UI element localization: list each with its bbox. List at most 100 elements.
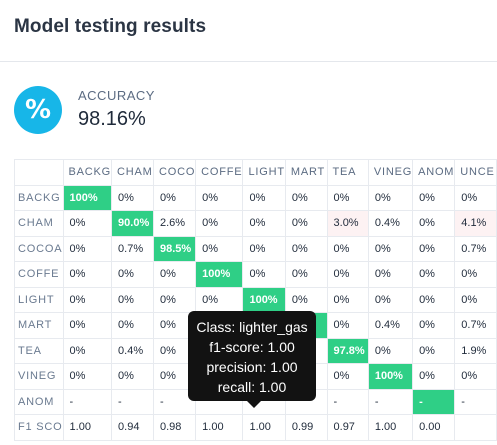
matrix-cell[interactable]: 0.4% [367,312,414,339]
column-header[interactable]: MART [284,159,328,186]
matrix-cell[interactable]: 0% [454,363,497,390]
matrix-cell[interactable]: 0% [412,363,456,390]
matrix-cell[interactable]: 0% [454,261,497,288]
matrix-cell[interactable]: 0.7% [454,235,497,262]
matrix-cell[interactable]: 90.0% [111,210,154,237]
row-header[interactable]: ANOM [14,388,64,415]
matrix-cell[interactable]: 0% [62,337,113,364]
f1-score-cell[interactable]: 1.00 [62,414,113,441]
matrix-cell[interactable]: - [412,388,456,415]
column-header[interactable]: ANOM [412,159,456,186]
matrix-cell[interactable]: - [326,388,369,415]
row-header[interactable]: VINEG [14,363,64,390]
matrix-cell[interactable]: 0% [412,184,456,211]
column-header[interactable]: LIGHT [242,159,286,186]
matrix-cell[interactable]: 97.8% [326,337,369,364]
matrix-cell[interactable]: 0% [152,184,197,211]
f1-score-cell[interactable]: 0.99 [284,414,328,441]
matrix-cell[interactable]: - [111,388,154,415]
row-header[interactable]: COFFE [14,261,64,288]
matrix-cell[interactable]: 0% [62,286,113,313]
f1-score-cell[interactable] [454,414,497,441]
matrix-cell[interactable]: 0% [412,337,456,364]
f1-score-cell[interactable]: 0.97 [326,414,369,441]
matrix-cell[interactable]: 0% [62,210,113,237]
matrix-cell[interactable]: 0% [367,286,414,313]
matrix-cell[interactable]: 0% [367,184,414,211]
matrix-cell[interactable]: 0% [62,363,113,390]
matrix-cell[interactable]: 100% [195,261,244,288]
matrix-cell[interactable]: 0.7% [111,235,154,262]
column-header[interactable]: VINEG [367,159,414,186]
matrix-cell[interactable]: 0.4% [367,210,414,237]
matrix-cell[interactable]: 0% [62,312,113,339]
matrix-cell[interactable]: 0% [111,363,154,390]
matrix-cell[interactable]: 98.5% [152,235,197,262]
matrix-cell[interactable]: 100% [367,363,414,390]
f1-score-cell[interactable]: 0.98 [152,414,197,441]
matrix-cell[interactable]: 0% [412,261,456,288]
matrix-cell[interactable]: 0% [412,312,456,339]
matrix-cell[interactable]: 0% [111,286,154,313]
matrix-cell[interactable]: 0% [326,235,369,262]
matrix-cell[interactable]: 0% [454,286,497,313]
matrix-cell[interactable]: 0% [326,261,369,288]
matrix-cell[interactable]: 1.9% [454,337,497,364]
matrix-cell[interactable]: 0% [242,210,286,237]
column-header[interactable]: UNCE [454,159,497,186]
matrix-cell[interactable]: 100% [242,286,286,313]
matrix-cell[interactable]: 0% [412,210,456,237]
matrix-cell[interactable]: 0% [454,184,497,211]
row-header[interactable]: BACKG [14,184,64,211]
matrix-cell[interactable]: 0% [152,261,197,288]
matrix-cell[interactable]: 0% [284,235,328,262]
column-header[interactable]: CHAM [111,159,154,186]
matrix-cell[interactable]: 0% [412,235,456,262]
matrix-cell[interactable]: 0% [284,210,328,237]
matrix-cell[interactable]: 0% [111,312,154,339]
matrix-cell[interactable]: 0% [284,184,328,211]
f1-score-cell[interactable]: 0.94 [111,414,154,441]
column-header[interactable]: COCO [152,159,197,186]
matrix-cell[interactable]: 0% [111,261,154,288]
matrix-cell[interactable]: 0% [152,286,197,313]
matrix-cell[interactable]: 0% [195,210,244,237]
matrix-cell[interactable]: - [62,388,113,415]
f1-score-cell[interactable]: 1.00 [195,414,244,441]
matrix-cell[interactable]: 0% [111,184,154,211]
matrix-cell[interactable]: 0% [412,286,456,313]
matrix-cell[interactable]: 0% [326,286,369,313]
column-header[interactable]: COFFE [195,159,244,186]
f1-score-cell[interactable]: 1.00 [242,414,286,441]
matrix-cell[interactable]: 0% [242,184,286,211]
matrix-cell[interactable]: 0% [195,184,244,211]
matrix-cell[interactable]: 2.6% [152,210,197,237]
f1-score-cell[interactable]: 0.00 [412,414,456,441]
matrix-cell[interactable]: - [454,388,497,415]
matrix-cell[interactable]: 0% [242,261,286,288]
matrix-cell[interactable]: 0% [62,261,113,288]
matrix-cell[interactable]: 0% [367,235,414,262]
row-header[interactable]: LIGHT [14,286,64,313]
row-header[interactable]: COCOA [14,235,64,262]
matrix-cell[interactable]: 0% [242,235,286,262]
matrix-cell[interactable]: 100% [62,184,113,211]
column-header[interactable]: BACKG [62,159,113,186]
row-header[interactable]: TEA [14,337,64,364]
row-header[interactable]: MART [14,312,64,339]
matrix-cell[interactable]: 0.7% [454,312,497,339]
matrix-cell[interactable]: - [367,388,414,415]
matrix-cell[interactable]: 0% [367,337,414,364]
matrix-cell[interactable]: 0% [326,312,369,339]
matrix-cell[interactable]: 0% [284,261,328,288]
matrix-cell[interactable]: 0% [195,286,244,313]
matrix-cell[interactable]: 0% [284,286,328,313]
column-header[interactable]: TEA [326,159,369,186]
f1-score-cell[interactable]: 1.00 [367,414,414,441]
matrix-cell[interactable]: 3.0% [326,210,369,237]
matrix-cell[interactable]: 0% [62,235,113,262]
matrix-cell[interactable]: 0% [195,235,244,262]
matrix-cell[interactable]: 0% [326,184,369,211]
matrix-cell[interactable]: 0% [326,363,369,390]
matrix-cell[interactable]: 0% [367,261,414,288]
